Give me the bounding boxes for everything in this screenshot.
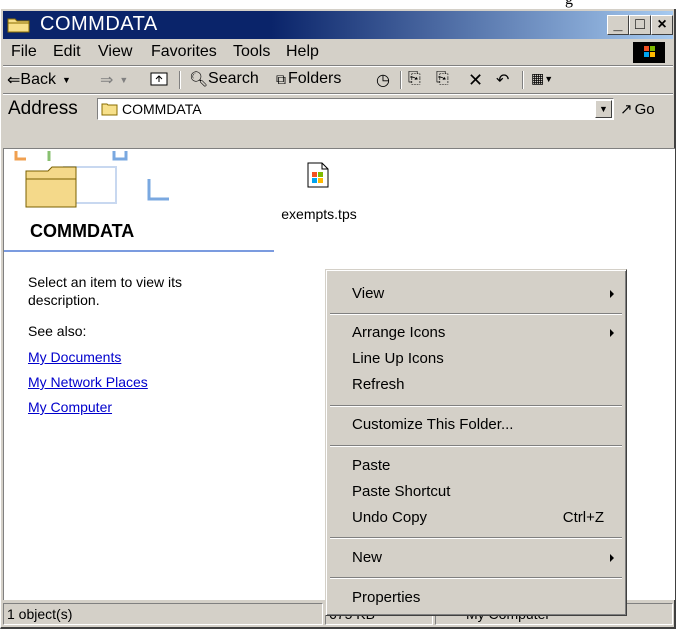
see-also-label: See also: [28,323,87,339]
ctx-properties-label: Properties [352,589,421,606]
menu-view[interactable]: View [98,43,132,61]
link-my-documents[interactable]: My Documents [28,349,121,365]
folder-icon [101,103,118,116]
link-my-network-places[interactable]: My Network Places [28,374,148,390]
address-bar: Address COMMDATA ▼ ↗ Go [3,95,673,123]
menu-file[interactable]: File [11,43,37,61]
search-button[interactable]: 🔍︎ Search [189,70,259,88]
views-button[interactable]: ▦ ▼ [531,70,553,87]
menu-favorites[interactable]: Favorites [151,43,217,61]
address-label: Address [8,98,78,119]
close-button[interactable]: × [651,15,673,35]
ctx-separator [330,577,622,579]
ctx-arrange-icons[interactable]: Arrange Icons [328,321,624,347]
background-page-strip: g [0,0,676,9]
folder-icon [7,18,30,33]
views-dropdown-icon: ▼ [544,73,554,84]
menu-tools[interactable]: Tools [233,43,270,61]
ctx-view[interactable]: View [328,282,624,308]
toolbar-separator [522,71,524,89]
ctx-undo-copy-label: Undo Copy [352,509,428,526]
copy-to-icon: ⎘ [436,70,449,87]
toolbar-separator [400,71,402,89]
back-dropdown-icon: ▼ [61,75,71,85]
search-label: Search [208,70,259,87]
maximize-button[interactable]: □ [629,15,651,35]
ctx-arrange-icons-label: Arrange Icons [352,324,446,341]
go-button[interactable]: ↗ Go [620,100,655,119]
toolbar-separator [179,71,181,89]
standard-toolbar: ⇐ Back ▼ ⇒ ▼ 🔍︎ Search ⧉ Folders ◷ ⎘ ⎘ ✕… [3,67,673,93]
link-my-computer[interactable]: My Computer [28,399,112,415]
folder-title-rule [4,250,274,252]
windows-document-icon [307,162,329,188]
views-icon: ▦ [531,70,545,86]
address-dropdown-button[interactable]: ▼ [595,100,612,118]
move-to-button[interactable]: ⎘ [408,70,421,88]
windows-logo-icon [633,42,665,63]
title-bar[interactable]: COMMDATA _ □ × [3,11,673,39]
ctx-undo-copy[interactable]: Undo Copy Ctrl+Z [328,506,624,532]
ctx-new-label: New [352,549,383,566]
up-folder-icon [150,72,168,86]
search-icon: 🔍︎ [189,71,209,88]
submenu-arrow-icon [610,290,614,298]
file-name: exempts.tps [281,206,357,222]
ctx-paste-shortcut[interactable]: Paste Shortcut [328,480,624,506]
ctx-refresh[interactable]: Refresh [328,373,624,399]
history-button[interactable]: ◷ [376,70,390,90]
delete-button[interactable]: ✕ [468,70,483,91]
ctx-new[interactable]: New [328,546,624,572]
ctx-view-label: View [352,285,385,302]
copy-to-button[interactable]: ⎘ [436,70,449,88]
ctx-customize-folder[interactable]: Customize This Folder... [328,413,624,439]
undo-icon: ↶ [496,72,510,89]
menu-help[interactable]: Help [286,43,319,61]
ctx-customize-folder-label: Customize This Folder... [352,416,514,433]
forward-arrow-icon: ⇒ [100,72,114,89]
ctx-refresh-label: Refresh [352,376,405,393]
back-arrow-icon: ⇐ [7,72,21,89]
ctx-separator [330,313,622,315]
folder-title: COMMDATA [30,221,135,241]
undo-button[interactable]: ↶ [496,70,509,90]
status-object-count: 1 object(s) [3,603,323,625]
go-arrow-icon: ↗ [620,101,633,118]
address-value: COMMDATA [122,101,202,117]
ctx-undo-copy-shortcut: Ctrl+Z [562,509,604,526]
back-button[interactable]: ⇐ Back ▼ [7,70,71,90]
menu-edit[interactable]: Edit [53,43,81,61]
folder-banner-graphic [14,151,169,208]
folders-icon: ⧉ [276,70,286,87]
folders-button[interactable]: ⧉ Folders [276,70,341,88]
menu-bar: File Edit View Favorites Tools Help [3,41,673,65]
ctx-paste-label: Paste [352,457,391,474]
submenu-arrow-icon [610,329,614,337]
ctx-line-up-icons[interactable]: Line Up Icons [328,347,624,373]
address-input[interactable]: COMMDATA ▼ [97,98,614,120]
context-menu: View Arrange Icons Line Up Icons Refresh… [325,269,627,616]
folders-label: Folders [288,70,342,87]
forward-button[interactable]: ⇒ ▼ [100,70,128,90]
up-folder-button[interactable] [150,70,168,86]
background-text-fragment: g [565,0,573,9]
ctx-paste-shortcut-label: Paste Shortcut [352,483,451,500]
window-title: COMMDATA [40,13,158,35]
back-label: Back [20,71,56,88]
ctx-separator [330,405,622,407]
move-to-icon: ⎘ [408,70,421,87]
ctx-line-up-icons-label: Line Up Icons [352,350,444,367]
ctx-separator [330,537,622,539]
minimize-button[interactable]: _ [607,15,629,35]
delete-icon: ✕ [468,70,484,90]
history-icon: ◷ [376,72,390,89]
submenu-arrow-icon [610,554,614,562]
ctx-properties[interactable]: Properties [328,586,624,612]
go-label: Go [634,100,655,118]
forward-dropdown-icon: ▼ [119,75,129,85]
ctx-separator [330,445,622,447]
description-text: Select an item to view its description. [28,274,183,308]
ctx-paste[interactable]: Paste [328,454,624,480]
